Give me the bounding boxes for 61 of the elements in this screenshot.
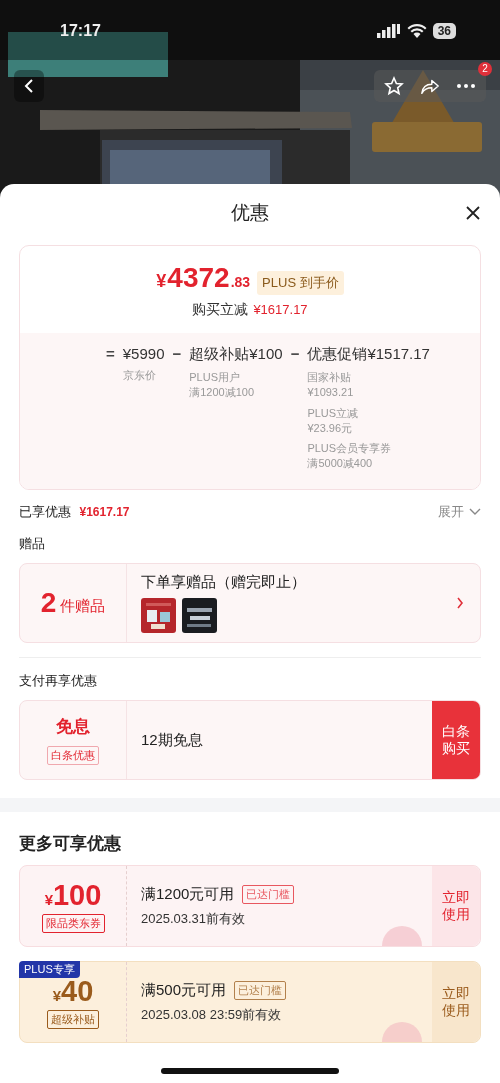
breakdown-note: PLUS会员专享券 [307,441,393,457]
wifi-icon [406,24,427,38]
enjoyed-label: 已享优惠 [19,504,71,520]
operator-sign: − [172,345,182,362]
operator-sign: − [290,345,300,362]
breakdown-amount: 优惠促销¥1517.17 [307,345,430,364]
coupon-tag: 限品类东券 [41,914,105,934]
coupon-ribbon: PLUS专享 [19,961,80,979]
breakdown-note: 满1200减100 [189,384,256,400]
breakdown-note: ¥23.96元 [307,420,354,436]
coupon-condition: 满500元可用 [141,980,227,1000]
close-icon [465,205,481,221]
gift-card[interactable]: 2 件赠品 下单享赠品（赠完即止） [19,563,481,644]
status-time: 17:17 [60,22,101,40]
section-heading: 支付再享优惠 [18,672,98,691]
coupon-validity: 2025.03.31前有效 [141,909,247,928]
breakdown-amount: ¥5990 [122,345,165,362]
price-currency: ¥ [156,271,167,292]
breakdown-amount: 超级补贴¥100 [189,345,283,364]
gift-title: 下单享赠品（赠完即止） [141,573,307,593]
breakdown-note: 国家补贴 [307,370,353,385]
buy-button[interactable]: 白条购买 [432,701,480,780]
use-button[interactable]: 立即使用 [432,962,480,1043]
signal-icon [376,24,401,38]
payment-title: 免息 [56,716,90,739]
price-tag: PLUS 到手价 [257,271,344,295]
star-icon [384,76,404,96]
price-integer: 4372 [167,262,230,294]
breakdown-note: PLUS用户 [189,370,241,385]
enjoyed-value: ¥1617.17 [79,505,130,520]
section-heading: 更多可享优惠 [18,833,122,856]
close-button[interactable] [464,204,482,222]
payment-offer: 12期免息 [141,730,204,750]
coupon-currency: ¥ [44,891,53,909]
use-button[interactable]: 立即使用 [432,866,480,947]
breakdown-note: PLUS立减 [307,405,360,421]
saving-value: ¥1617.17 [253,302,308,317]
breakdown-note: ¥1093.21 [307,384,355,400]
chevron-icon [469,507,481,516]
chevron-right-icon [456,597,464,610]
breakdown-note: 京东价 [122,368,157,383]
saving-label: 购买立减 [192,301,249,319]
breakdown-note: 满5000减400 [307,456,374,472]
coupon-status: 已达门槛 [242,884,295,904]
price-fraction: .83 [230,274,251,290]
expand-toggle[interactable]: 展开 [438,502,481,521]
coupon-condition: 满1200元可用 [141,884,235,904]
coupon-currency: ¥ [52,987,62,1005]
coupon-tag: 超级补贴 [47,1010,99,1030]
coupon-validity: 2025.03.08 23:59前有效 [141,1005,283,1024]
operator-sign: = [106,345,115,362]
gift-unit: 件赠品 [60,596,106,616]
back-icon [24,78,34,94]
coupon-status: 已达门槛 [234,980,287,1000]
back-button[interactable] [14,70,44,102]
sheet-title: 优惠 [231,201,269,225]
more-icon [456,83,476,89]
coupon-amount: 100 [52,879,102,913]
section-heading: 赠品 [18,535,46,554]
gift-count: 2 [40,587,57,620]
payment-tag: 白条优惠 [47,746,99,766]
